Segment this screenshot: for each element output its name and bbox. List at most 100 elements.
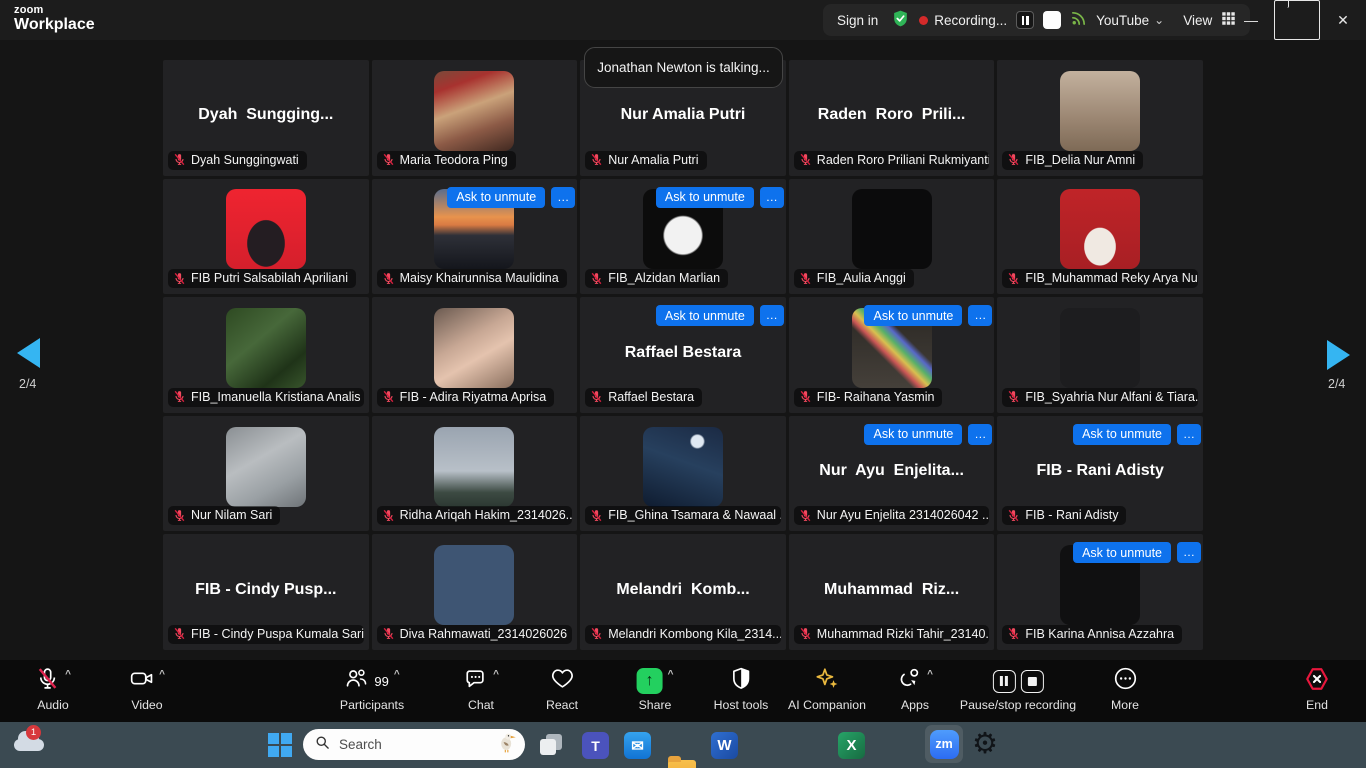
participant-name: FIB_Aulia Anggi bbox=[817, 271, 906, 285]
restore-button[interactable] bbox=[1274, 0, 1320, 40]
participant-more-button[interactable]: … bbox=[1177, 542, 1201, 563]
muted-mic-icon bbox=[1007, 153, 1020, 166]
zoom-app-icon[interactable]: zm bbox=[925, 725, 963, 763]
participant-tile[interactable]: Melandri Komb...Melandri Kombong Kila_23… bbox=[580, 534, 786, 650]
start-button[interactable] bbox=[268, 733, 292, 757]
participant-tile[interactable]: Nur Nilam Sari bbox=[163, 416, 369, 532]
settings-gear-icon[interactable]: ⚙ bbox=[972, 730, 998, 759]
chevron-down-icon[interactable]: ⌄ bbox=[1154, 13, 1164, 27]
participant-tile[interactable]: Ask to unmute … FIB Karina Annisa Azzahra bbox=[997, 534, 1203, 650]
participant-tile[interactable]: Muhammad Riz...Muhammad Rizki Tahir_2314… bbox=[789, 534, 995, 650]
pause-recording-icon[interactable] bbox=[1016, 11, 1034, 29]
excel-icon[interactable]: X bbox=[838, 732, 865, 759]
participant-tile[interactable]: FIB_Syahria Nur Alfani & Tiara... bbox=[997, 297, 1203, 413]
participant-tile[interactable]: Ask to unmute … FIB_Alzidan Marlian bbox=[580, 179, 786, 295]
host-tools-button[interactable]: Host tools bbox=[714, 667, 769, 712]
participant-tile[interactable]: Ask to unmute…Maisy Khairunnisa Maulidin… bbox=[372, 179, 578, 295]
participant-tile[interactable]: FIB - Cindy Pusp...FIB - Cindy Puspa Kum… bbox=[163, 534, 369, 650]
ask-to-unmute-button[interactable]: Ask to unmute bbox=[1073, 424, 1171, 445]
video-button[interactable]: ^ Video bbox=[129, 667, 165, 712]
participant-avatar-image bbox=[226, 427, 306, 507]
participant-tile[interactable]: Maria Teodora Ping bbox=[372, 60, 578, 176]
teams-icon[interactable]: T bbox=[582, 732, 609, 759]
apps-options-chevron[interactable]: ^ bbox=[927, 669, 933, 680]
participant-tile[interactable]: FIB Putri Salsabilah Apriliani bbox=[163, 179, 369, 295]
participants-options-chevron[interactable]: ^ bbox=[394, 669, 400, 680]
participant-tile[interactable]: FIB_Aulia Anggi bbox=[789, 179, 995, 295]
ask-to-unmute-button[interactable]: Ask to unmute bbox=[447, 187, 545, 208]
participant-tile[interactable]: Dyah Sungging...Dyah Sunggingwati bbox=[163, 60, 369, 176]
participant-tile[interactable]: Nur Ayu Enjelita...Ask to unmute…Nur Ayu… bbox=[789, 416, 995, 532]
participant-more-button[interactable]: … bbox=[968, 424, 992, 445]
participant-tile[interactable]: FIB_Ghina Tsamara & Nawaal ... bbox=[580, 416, 786, 532]
pause-recording-control-icon[interactable] bbox=[993, 670, 1016, 693]
participant-tile[interactable]: Raffael BestaraAsk to unmute…Raffael Bes… bbox=[580, 297, 786, 413]
word-icon[interactable]: W bbox=[711, 732, 738, 759]
chat-button[interactable]: ^ Chat bbox=[463, 667, 499, 712]
participant-more-button[interactable]: … bbox=[760, 187, 784, 208]
participants-button[interactable]: 99 ^ Participants bbox=[340, 667, 404, 712]
end-meeting-button[interactable]: End bbox=[1304, 667, 1330, 712]
react-button[interactable]: React bbox=[546, 667, 578, 712]
participant-more-button[interactable]: … bbox=[968, 305, 992, 326]
previous-page-arrow[interactable] bbox=[17, 338, 40, 368]
file-explorer-icon[interactable] bbox=[668, 760, 696, 768]
security-shield-icon[interactable] bbox=[891, 9, 910, 31]
ask-to-unmute-button[interactable]: Ask to unmute bbox=[864, 424, 962, 445]
task-view-button[interactable] bbox=[540, 734, 562, 756]
weather-notification-badge: 1 bbox=[26, 725, 41, 740]
participant-name-pill: FIB Karina Annisa Azzahra bbox=[1002, 625, 1182, 644]
participant-tile[interactable]: Ridha Ariqah Hakim_2314026... bbox=[372, 416, 578, 532]
participant-display-name: FIB - Rani Adisty bbox=[997, 462, 1203, 480]
ask-to-unmute-button[interactable]: Ask to unmute bbox=[864, 305, 962, 326]
more-button[interactable]: More bbox=[1111, 667, 1139, 712]
youtube-stream-label[interactable]: YouTube bbox=[1096, 13, 1149, 28]
participant-tile[interactable]: FIB_Imanuella Kristiana Analis bbox=[163, 297, 369, 413]
view-button[interactable]: View bbox=[1183, 13, 1212, 28]
ask-to-unmute-button[interactable]: Ask to unmute bbox=[656, 187, 754, 208]
ask-to-unmute-button[interactable]: Ask to unmute bbox=[1073, 542, 1171, 563]
participant-tile[interactable]: FIB_Muhammad Reky Arya Nu... bbox=[997, 179, 1203, 295]
audio-button[interactable]: ^ Audio bbox=[35, 667, 71, 712]
participant-tile[interactable]: FIB - Rani AdistyAsk to unmute…FIB - Ran… bbox=[997, 416, 1203, 532]
minimize-button[interactable]: — bbox=[1228, 0, 1274, 40]
participant-tile[interactable]: Ask to unmute…FIB- Raihana Yasmin bbox=[789, 297, 995, 413]
participant-tile[interactable]: FIB - Adira Riyatma Aprisa bbox=[372, 297, 578, 413]
participant-actions: Ask to unmute … bbox=[864, 424, 992, 445]
participant-name: FIB_Alzidan Marlian bbox=[608, 271, 720, 285]
audio-options-chevron[interactable]: ^ bbox=[65, 669, 71, 680]
participant-more-button[interactable]: … bbox=[551, 187, 575, 208]
ai-companion-button[interactable]: AI Companion bbox=[788, 667, 866, 712]
apps-button[interactable]: ^ Apps bbox=[897, 667, 933, 712]
muted-mic-icon bbox=[1007, 627, 1020, 640]
close-button[interactable]: ✕ bbox=[1320, 0, 1366, 40]
stop-recording-control-icon[interactable] bbox=[1021, 670, 1044, 693]
participant-name: FIB_Ghina Tsamara & Nawaal ... bbox=[608, 508, 781, 522]
video-options-chevron[interactable]: ^ bbox=[159, 669, 165, 680]
apps-icon bbox=[897, 666, 922, 696]
participant-tile[interactable]: Diva Rahmawati_2314026026 bbox=[372, 534, 578, 650]
participant-display-name: Dyah Sungging... bbox=[163, 106, 369, 124]
zoom-workplace-window: zoom Workplace Sign in Recording... YouT… bbox=[0, 0, 1366, 768]
search-box[interactable]: Search bbox=[303, 729, 525, 760]
share-button[interactable]: ↑ ^ Share bbox=[637, 667, 674, 712]
participant-name-pill: FIB_Delia Nur Amni bbox=[1002, 151, 1143, 170]
sign-in-button[interactable]: Sign in bbox=[837, 13, 878, 28]
restore-icon bbox=[1274, 0, 1320, 40]
share-options-chevron[interactable]: ^ bbox=[668, 669, 674, 680]
weather-widget[interactable]: 1 bbox=[10, 722, 50, 768]
pause-stop-recording-button[interactable]: Pause/stop recording bbox=[960, 667, 1076, 712]
stop-recording-icon[interactable] bbox=[1043, 11, 1061, 29]
ask-to-unmute-button[interactable]: Ask to unmute bbox=[656, 305, 754, 326]
participant-name-pill: FIB Putri Salsabilah Apriliani bbox=[168, 269, 356, 288]
mail-icon[interactable]: ✉ bbox=[624, 732, 651, 759]
muted-mic-icon bbox=[382, 509, 395, 522]
chat-options-chevron[interactable]: ^ bbox=[493, 669, 499, 680]
participant-tile[interactable]: FIB_Delia Nur Amni bbox=[997, 60, 1203, 176]
page-indicator-left: 2/4 bbox=[19, 377, 36, 391]
participant-more-button[interactable]: … bbox=[760, 305, 784, 326]
participant-tile[interactable]: Raden Roro Prili...Raden Roro Priliani R… bbox=[789, 60, 995, 176]
participant-more-button[interactable]: … bbox=[1177, 424, 1201, 445]
sparkle-icon bbox=[814, 666, 840, 697]
next-page-arrow[interactable] bbox=[1327, 340, 1350, 370]
